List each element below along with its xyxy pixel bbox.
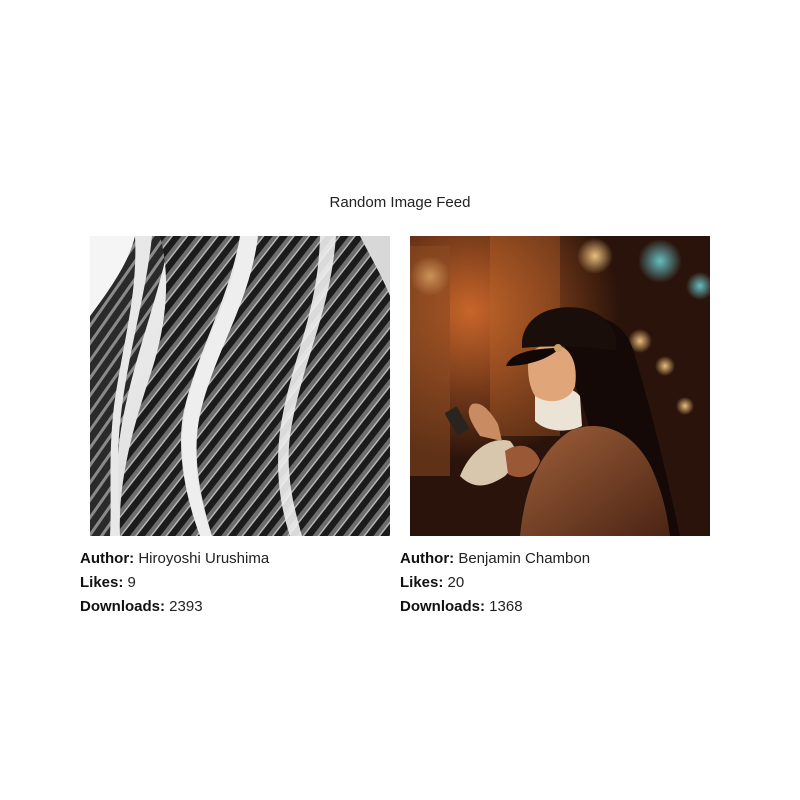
- downloads-row: Downloads: 2393: [80, 595, 400, 619]
- feed-image[interactable]: [410, 236, 710, 536]
- likes-label: Likes:: [80, 574, 128, 591]
- author-name: Hiroyoshi Urushima: [138, 550, 270, 567]
- author-label: Author:: [400, 550, 459, 567]
- downloads-label: Downloads:: [400, 598, 490, 615]
- feed-image[interactable]: [90, 236, 390, 536]
- downloads-count: 1368: [489, 598, 523, 615]
- image-card: Author: Benjamin Chambon Likes: 20 Downl…: [400, 236, 720, 619]
- likes-count: 20: [447, 574, 465, 591]
- architecture-photo: [90, 236, 390, 536]
- night-portrait-photo: [410, 236, 710, 536]
- likes-count: 9: [127, 574, 136, 591]
- author-row: Author: Benjamin Chambon: [400, 547, 720, 571]
- likes-row: Likes: 20: [400, 571, 720, 595]
- image-card: Author: Hiroyoshi Urushima Likes: 9 Down…: [80, 236, 400, 619]
- author-label: Author:: [80, 550, 139, 567]
- downloads-row: Downloads: 1368: [400, 595, 720, 619]
- likes-row: Likes: 9: [80, 571, 400, 595]
- downloads-count: 2393: [169, 598, 203, 615]
- page-title: Random Image Feed: [329, 194, 471, 211]
- author-row: Author: Hiroyoshi Urushima: [80, 547, 400, 571]
- author-name: Benjamin Chambon: [458, 550, 591, 567]
- downloads-label: Downloads:: [80, 598, 170, 615]
- likes-label: Likes:: [400, 574, 448, 591]
